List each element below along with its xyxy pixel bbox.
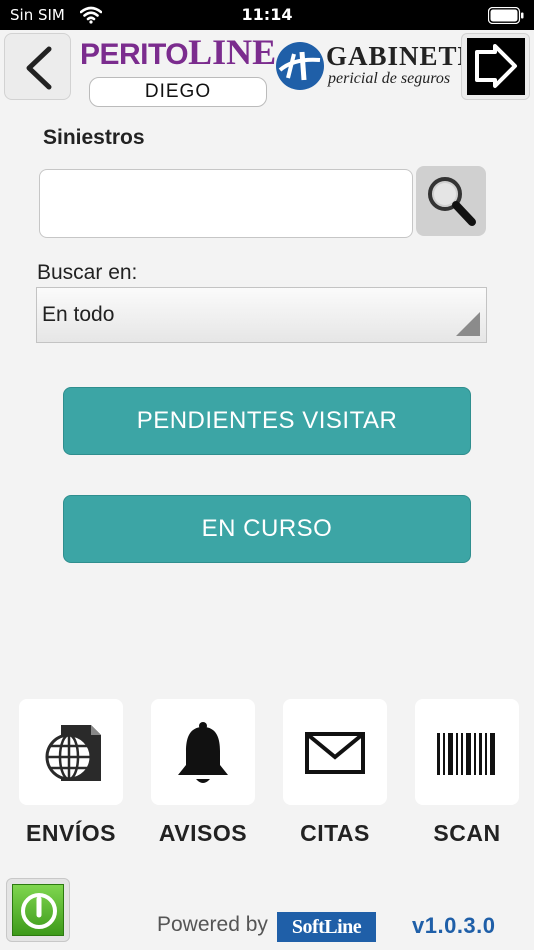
section-title: Siniestros bbox=[43, 126, 145, 149]
softline-logo: SoftLine bbox=[277, 912, 376, 942]
search-in-selected-value: En todo bbox=[42, 303, 115, 326]
gabinete-logo: GABINETE pericial de seguros bbox=[274, 40, 476, 92]
pending-visit-button[interactable]: PENDIENTES VISITAR bbox=[63, 387, 471, 455]
search-input[interactable] bbox=[39, 169, 413, 238]
user-name-badge: DIEGO bbox=[89, 77, 267, 107]
envelope-icon bbox=[305, 732, 365, 774]
logout-arrow-icon bbox=[475, 44, 517, 88]
logo-left-part2: LINE bbox=[188, 32, 277, 72]
logout-icon-box bbox=[467, 38, 525, 95]
tile-label-citas: CITAS bbox=[300, 820, 370, 846]
search-in-select[interactable]: En todo bbox=[36, 287, 487, 343]
chevron-left-icon bbox=[26, 46, 52, 90]
back-button[interactable] bbox=[4, 33, 71, 100]
in-progress-button[interactable]: EN CURSO bbox=[63, 495, 471, 563]
power-button[interactable] bbox=[6, 878, 70, 942]
tile-label-scan: SCAN bbox=[433, 820, 501, 846]
tile-scan[interactable] bbox=[415, 699, 519, 805]
tile-label-envios: ENVÍOS bbox=[26, 820, 116, 846]
battery-icon bbox=[488, 7, 524, 24]
magnifier-icon bbox=[428, 177, 476, 226]
status-bar: Sin SIM 11:14 bbox=[0, 0, 534, 30]
logo-left-part1: PERITO bbox=[80, 38, 189, 71]
barcode-icon bbox=[437, 733, 495, 775]
logo-right-title: GABINETE bbox=[326, 41, 477, 71]
search-button[interactable] bbox=[416, 166, 486, 236]
tile-label-avisos: AVISOS bbox=[158, 820, 248, 846]
version-label: v1.0.3.0 bbox=[412, 913, 496, 938]
dropdown-arrow-icon bbox=[456, 312, 480, 336]
power-icon bbox=[21, 893, 57, 929]
globe-document-icon bbox=[45, 725, 101, 781]
tile-avisos[interactable] bbox=[151, 699, 255, 805]
powered-by-text: Powered by bbox=[157, 913, 268, 936]
peritoline-logo: PERITOLINE bbox=[80, 31, 277, 72]
tile-citas[interactable] bbox=[283, 699, 387, 805]
tile-envios[interactable] bbox=[19, 699, 123, 805]
bell-icon bbox=[178, 722, 228, 783]
power-icon-box bbox=[12, 884, 64, 936]
logo-right-subtitle: pericial de seguros bbox=[328, 70, 451, 87]
search-in-label: Buscar en: bbox=[37, 261, 138, 284]
logout-button[interactable] bbox=[461, 33, 530, 100]
status-time: 11:14 bbox=[241, 5, 293, 24]
gabinete-emblem-icon bbox=[276, 42, 324, 90]
